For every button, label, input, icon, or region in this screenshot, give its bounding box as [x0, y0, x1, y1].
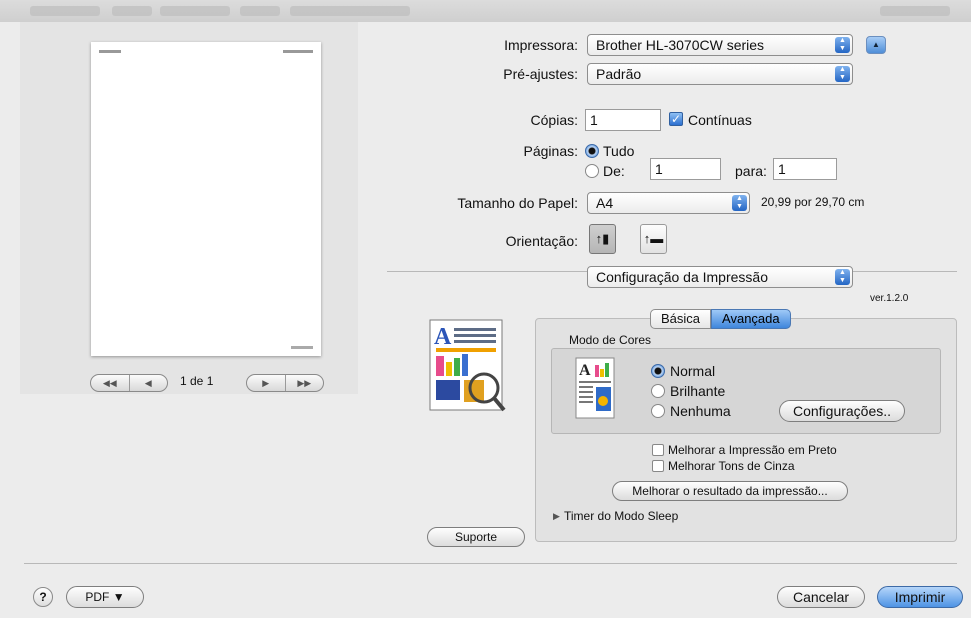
portrait-orientation-button[interactable]: ↑▮ [589, 224, 616, 254]
first-page-button[interactable]: ◀◀ [91, 375, 129, 391]
landscape-orientation-button[interactable]: ↑▬ [640, 224, 667, 254]
landscape-icon: ↑▬ [643, 231, 664, 246]
tab-basic[interactable]: Básica [650, 309, 712, 329]
updown-arrows-icon: ▲ ▼ [835, 66, 850, 82]
color-vivid-radio[interactable] [651, 384, 665, 398]
svg-text:A: A [579, 362, 591, 379]
copies-field[interactable]: 1 [585, 109, 661, 131]
pages-to-field[interactable]: 1 [773, 158, 837, 180]
settings-section-value: Configuração da Impressão [596, 269, 768, 285]
portrait-icon: ↑▮ [595, 231, 610, 246]
disclosure-triangle-icon[interactable]: ▶ [553, 511, 560, 522]
printer-label: Impressora: [504, 37, 578, 53]
last-page-button[interactable]: ▶▶ [284, 375, 324, 391]
preview-back-nav: ◀◀ ◀ [90, 374, 168, 392]
paper-dimensions: 20,99 por 29,70 cm [761, 195, 865, 209]
paper-size-value: A4 [596, 195, 614, 211]
driver-version: ver.1.2.0 [870, 293, 909, 304]
pages-from-label: De: [603, 163, 625, 179]
collated-label: Contínuas [688, 112, 752, 128]
paper-size-label: Tamanho do Papel: [457, 195, 578, 211]
updown-arrows-icon: ▲ ▼ [732, 195, 747, 211]
improve-output-button[interactable]: Melhorar o resultado da impressão... [612, 481, 848, 501]
settings-tabs: Básica Avançada [650, 309, 791, 329]
presets-label: Pré-ajustes: [503, 66, 578, 82]
prev-page-button[interactable]: ◀ [128, 375, 168, 391]
improve-black-checkbox[interactable] [652, 444, 664, 456]
presets-select[interactable]: Padrão ▲ ▼ [587, 63, 853, 85]
page-preview [91, 42, 321, 356]
printer-select[interactable]: Brother HL-3070CW series ▲ ▼ [587, 34, 853, 56]
color-mode-document-icon: A [575, 357, 615, 419]
improve-gray-checkbox[interactable] [652, 460, 664, 472]
color-normal-radio[interactable] [651, 364, 665, 378]
color-normal-label: Normal [670, 363, 716, 379]
color-settings-button[interactable]: Configurações.. [779, 400, 905, 422]
cancel-button[interactable]: Cancelar [777, 586, 865, 608]
improve-gray-label: Melhorar Tons de Cinza [668, 459, 795, 473]
brother-document-icon: A [428, 318, 508, 414]
svg-text:A: A [434, 324, 452, 350]
pages-to-label: para: [735, 163, 767, 179]
color-mode-title: Modo de Cores [569, 333, 652, 347]
color-vivid-label: Brilhante [670, 383, 726, 399]
footer-separator [24, 563, 957, 564]
color-none-label: Nenhuma [670, 403, 731, 419]
background-toolbar [0, 0, 971, 23]
updown-arrows-icon: ▲ ▼ [835, 269, 850, 285]
improve-black-label: Melhorar a Impressão em Preto [668, 443, 837, 457]
copies-label: Cópias: [530, 112, 578, 128]
next-page-button[interactable]: ▶ [247, 375, 285, 391]
settings-section-select[interactable]: Configuração da Impressão ▲ ▼ [587, 266, 853, 288]
color-none-radio[interactable] [651, 404, 665, 418]
paper-size-select[interactable]: A4 ▲ ▼ [587, 192, 750, 214]
pdf-menu-button[interactable]: PDF ▼ [66, 586, 144, 608]
pages-range-radio[interactable] [585, 164, 599, 178]
help-button[interactable]: ? [33, 587, 53, 607]
sleep-timer-label[interactable]: Timer do Modo Sleep [564, 509, 678, 523]
printer-value: Brother HL-3070CW series [596, 37, 765, 53]
orientation-label: Orientação: [505, 233, 578, 249]
pages-all-label: Tudo [603, 143, 635, 159]
collapse-details-button[interactable]: ▲ [866, 36, 886, 54]
support-button[interactable]: Suporte [427, 527, 525, 547]
tab-advanced[interactable]: Avançada [711, 309, 791, 329]
updown-arrows-icon: ▲ ▼ [835, 37, 850, 53]
pages-all-radio[interactable] [585, 144, 599, 158]
page-counter: 1 de 1 [180, 374, 214, 388]
print-button[interactable]: Imprimir [877, 586, 963, 608]
pages-label: Páginas: [523, 143, 578, 159]
collated-checkbox[interactable]: ✓ [669, 112, 683, 126]
presets-value: Padrão [596, 66, 642, 82]
pages-from-field[interactable]: 1 [650, 158, 721, 180]
preview-forward-nav: ▶ ▶▶ [246, 374, 324, 392]
